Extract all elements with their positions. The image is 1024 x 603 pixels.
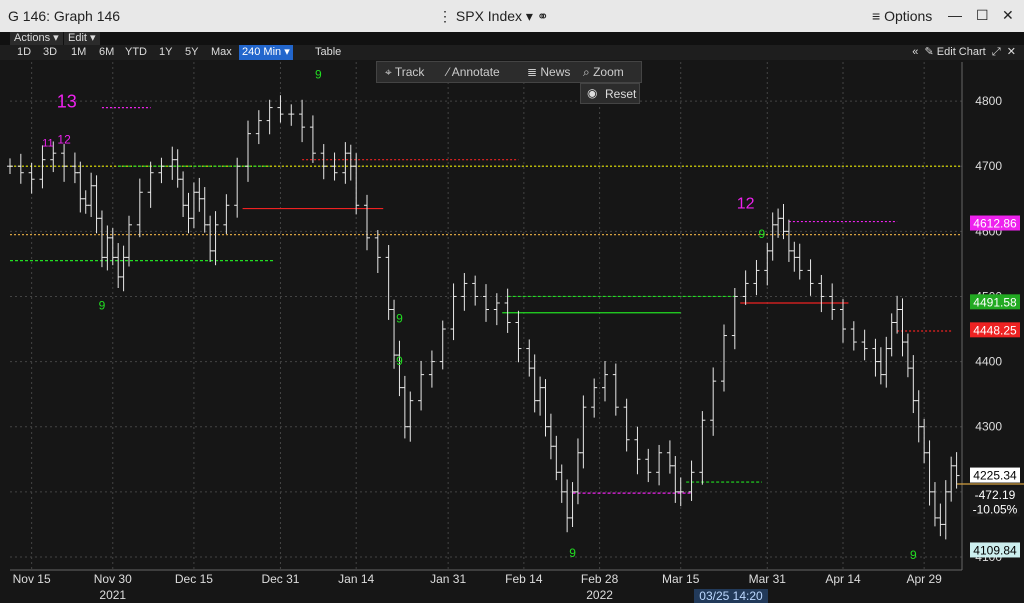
year-label: 2021 bbox=[99, 588, 126, 602]
zoom-label: Zoom bbox=[593, 65, 624, 79]
x-tick-label: Mar 15 bbox=[662, 572, 700, 586]
x-tick-label: Feb 14 bbox=[505, 572, 543, 586]
x-tick-label: Dec 15 bbox=[175, 572, 213, 586]
news-button[interactable]: ≣ News bbox=[527, 65, 570, 79]
price-chart[interactable]: 1312119999999129 41004200430044004500460… bbox=[0, 0, 1024, 603]
y-tick-label: 4300 bbox=[975, 420, 1002, 434]
x-tick-label: Mar 31 bbox=[749, 572, 787, 586]
price-label: 4225.34 bbox=[973, 469, 1017, 483]
count-label: 13 bbox=[57, 92, 77, 112]
annotate-button[interactable]: ⁄ Annotate bbox=[447, 65, 500, 79]
reset-icon: ◉ bbox=[587, 86, 598, 100]
zoom-button[interactable]: ⌕ Zoom bbox=[583, 65, 624, 80]
count-label: 11 bbox=[42, 138, 53, 150]
count-label: 12 bbox=[737, 196, 755, 213]
price-label: 4612.86 bbox=[973, 217, 1017, 231]
x-tick-label: Feb 28 bbox=[581, 572, 619, 586]
x-tick-label: Nov 30 bbox=[94, 572, 132, 586]
price-label: 4448.25 bbox=[973, 323, 1017, 337]
x-tick-label: Apr 14 bbox=[825, 572, 861, 586]
news-icon: ≣ bbox=[527, 65, 541, 79]
news-label: News bbox=[540, 65, 571, 79]
count-label: 12 bbox=[57, 132, 71, 146]
x-tick-label: Jan 31 bbox=[430, 572, 466, 586]
x-tick-label: Apr 29 bbox=[906, 572, 942, 586]
count-label: 9 bbox=[759, 227, 766, 241]
time-readout: 03/25 14:20 bbox=[699, 589, 763, 603]
price-label: 4109.84 bbox=[973, 543, 1017, 557]
count-label: 9 bbox=[396, 312, 403, 326]
y-tick-label: 4800 bbox=[975, 94, 1002, 108]
track-button[interactable]: ⌖ Track bbox=[385, 65, 424, 80]
y-tick-label: 4700 bbox=[975, 159, 1002, 173]
price-label: -472.19 bbox=[975, 488, 1016, 502]
track-label: Track bbox=[394, 65, 425, 79]
x-tick-label: Nov 15 bbox=[13, 572, 51, 586]
year-label: 2022 bbox=[586, 588, 613, 602]
price-label: 4491.58 bbox=[973, 295, 1017, 309]
annotate-label: Annotate bbox=[451, 65, 500, 79]
count-label: 9 bbox=[396, 354, 403, 368]
reset-button[interactable]: ◉ Reset bbox=[580, 83, 640, 104]
floating-toolbar: ⌖ Track ⁄ Annotate ≣ News ⌕ Zoom bbox=[376, 61, 642, 83]
y-tick-label: 4400 bbox=[975, 355, 1002, 369]
chart-background bbox=[0, 60, 1024, 603]
x-tick-label: Jan 14 bbox=[338, 572, 374, 586]
count-label: 9 bbox=[315, 67, 322, 81]
count-label: 9 bbox=[569, 546, 576, 560]
price-label: -10.05% bbox=[973, 502, 1018, 516]
count-label: 9 bbox=[99, 298, 106, 312]
count-label: 9 bbox=[910, 548, 917, 562]
x-tick-label: Dec 31 bbox=[261, 572, 299, 586]
reset-label: Reset bbox=[605, 87, 637, 101]
crosshair-icon: ⌖ bbox=[385, 65, 395, 79]
magnifier-icon: ⌕ bbox=[583, 65, 594, 79]
